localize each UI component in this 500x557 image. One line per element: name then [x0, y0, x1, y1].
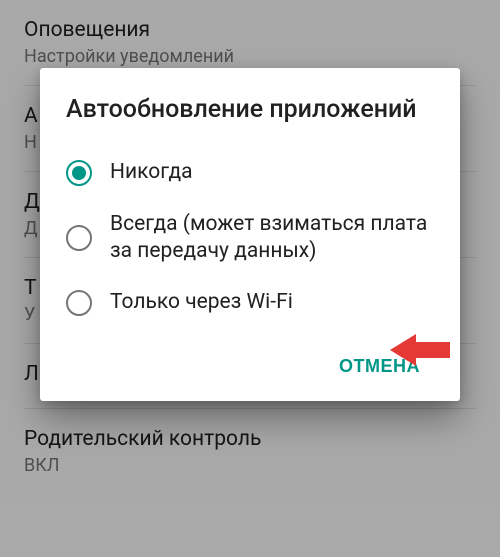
radio-icon	[66, 160, 92, 186]
option-wifi-only[interactable]: Только через Wi-Fi	[66, 277, 434, 328]
dialog-actions: ОТМЕНА	[66, 346, 434, 387]
option-label: Только через Wi-Fi	[110, 289, 293, 316]
option-label: Всегда (может взиматься плата за передач…	[110, 211, 434, 266]
radio-icon	[66, 225, 92, 251]
cancel-button[interactable]: ОТМЕНА	[325, 346, 434, 387]
option-never[interactable]: Никогда	[66, 147, 434, 198]
radio-icon	[66, 290, 92, 316]
option-label: Никогда	[110, 159, 193, 186]
dialog-title: Автообновление приложений	[66, 94, 434, 125]
auto-update-dialog: Автообновление приложений Никогда Всегда…	[40, 68, 460, 401]
option-always[interactable]: Всегда (может взиматься плата за передач…	[66, 199, 434, 278]
